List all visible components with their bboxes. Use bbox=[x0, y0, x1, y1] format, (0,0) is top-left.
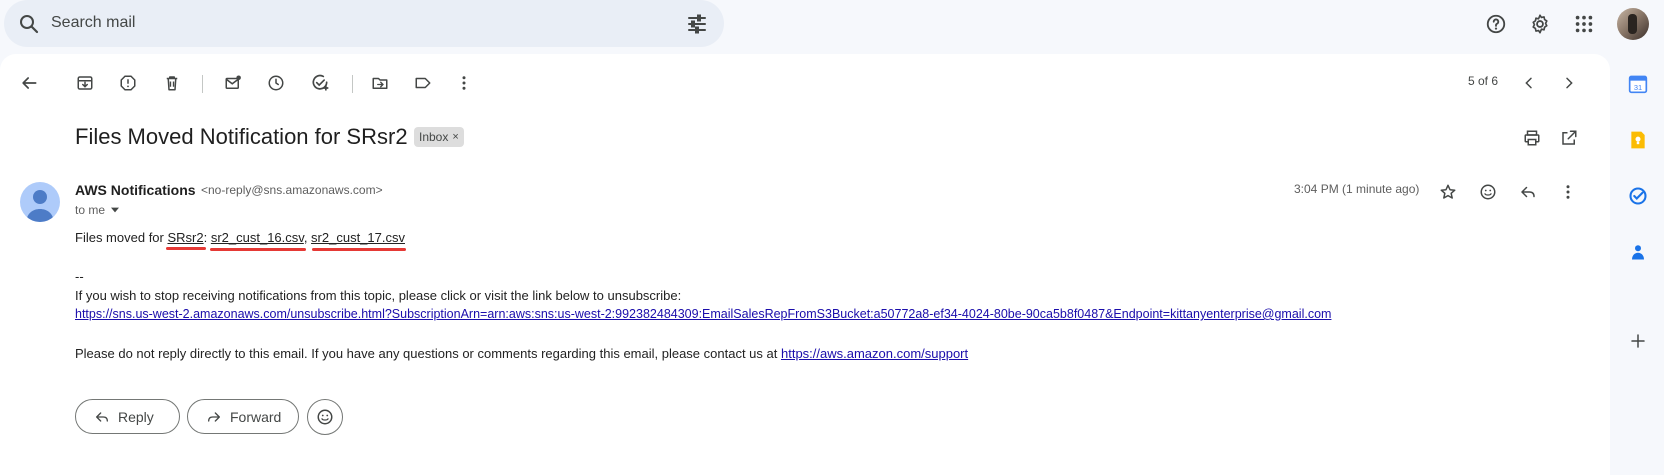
email-view: 5 of 6 Files Moved Notification for SRsr… bbox=[0, 54, 1610, 475]
search-options-icon[interactable] bbox=[685, 12, 709, 36]
move-to-icon[interactable] bbox=[364, 67, 396, 99]
settings-gear-icon[interactable] bbox=[1524, 8, 1556, 40]
account-avatar[interactable] bbox=[1617, 8, 1649, 40]
report-spam-icon[interactable] bbox=[112, 67, 144, 99]
toolbar-divider bbox=[352, 75, 353, 93]
help-icon[interactable] bbox=[1480, 8, 1512, 40]
calendar-icon[interactable]: 31 bbox=[1626, 72, 1650, 96]
print-icon[interactable] bbox=[1516, 122, 1548, 154]
emoji-reaction-button[interactable] bbox=[307, 399, 343, 435]
red-underline-annotation bbox=[166, 247, 206, 250]
older-chevron-right-icon[interactable] bbox=[1553, 67, 1585, 99]
more-vert-icon[interactable] bbox=[448, 67, 480, 99]
support-text: Please do not reply directly to this ema… bbox=[75, 346, 781, 361]
reply-icon[interactable] bbox=[1512, 176, 1544, 208]
labels-icon[interactable] bbox=[407, 67, 439, 99]
remove-label-close-icon[interactable]: × bbox=[452, 131, 458, 143]
red-underline-annotation bbox=[312, 248, 406, 251]
delete-icon[interactable] bbox=[156, 67, 188, 99]
label-chip-text: Inbox bbox=[419, 130, 449, 144]
back-arrow-icon[interactable] bbox=[13, 67, 45, 99]
search-icon[interactable] bbox=[17, 12, 41, 36]
email-subject: Files Moved Notification for SRsr2 bbox=[75, 124, 408, 149]
file-name: sr2_cust_17.csv bbox=[311, 230, 405, 245]
forward-arrow-icon bbox=[208, 411, 220, 422]
star-icon[interactable] bbox=[1432, 176, 1464, 208]
reply-button-label: Reply bbox=[118, 408, 154, 425]
keep-icon[interactable] bbox=[1626, 128, 1650, 152]
snooze-icon[interactable] bbox=[260, 67, 292, 99]
recipient-text: to me bbox=[75, 203, 106, 217]
file-name: sr2_cust_16.csv bbox=[210, 230, 304, 245]
pager-text: 5 of 6 bbox=[1468, 74, 1499, 88]
get-addons-plus-icon[interactable] bbox=[1626, 329, 1650, 353]
separator: : bbox=[203, 230, 211, 245]
open-new-window-icon[interactable] bbox=[1553, 122, 1585, 154]
separator: , bbox=[303, 230, 312, 245]
forward-button[interactable]: Forward bbox=[187, 399, 299, 434]
support-link[interactable]: https://aws.amazon.com/support bbox=[781, 346, 968, 361]
signature-separator: -- bbox=[75, 269, 84, 284]
files-moved-line: Files moved for SRsr2: sr2_cust_16.csv, … bbox=[75, 230, 405, 245]
label-chip-inbox: Inbox × bbox=[414, 127, 464, 147]
contacts-icon[interactable] bbox=[1626, 240, 1650, 264]
files-moved-prefix: Files moved for bbox=[75, 230, 168, 245]
tasks-icon[interactable] bbox=[1626, 184, 1650, 208]
sender-email: <no-reply@sns.amazonaws.com> bbox=[201, 183, 383, 197]
add-to-tasks-icon[interactable] bbox=[304, 67, 336, 99]
sender-name[interactable]: AWS Notifications bbox=[75, 182, 196, 198]
email-timestamp: 3:04 PM (1 minute ago) bbox=[1294, 182, 1420, 196]
search-bar[interactable]: Search mail bbox=[4, 0, 724, 47]
red-underline-annotation bbox=[210, 248, 306, 251]
top-bar: Search mail bbox=[0, 0, 1664, 50]
chevron-down-icon[interactable] bbox=[111, 207, 120, 213]
add-reaction-emoji-icon[interactable] bbox=[1472, 176, 1504, 208]
calendar-day-text: 31 bbox=[1634, 83, 1642, 92]
apps-grid-icon[interactable] bbox=[1568, 8, 1600, 40]
message-more-vert-icon[interactable] bbox=[1552, 176, 1584, 208]
recipient-details[interactable]: to me bbox=[75, 203, 120, 217]
smiley-icon bbox=[317, 409, 333, 425]
project-name: SRsr2 bbox=[167, 230, 204, 245]
toolbar-divider bbox=[202, 75, 203, 93]
reply-arrow-icon bbox=[96, 411, 108, 422]
unsubscribe-link[interactable]: https://sns.us-west-2.amazonaws.com/unsu… bbox=[75, 307, 1331, 321]
support-line: Please do not reply directly to this ema… bbox=[75, 346, 968, 361]
sender-avatar[interactable] bbox=[20, 182, 60, 222]
reply-button[interactable]: Reply bbox=[75, 399, 180, 434]
search-input[interactable]: Search mail bbox=[51, 14, 135, 32]
mark-unread-icon[interactable] bbox=[217, 67, 249, 99]
newer-chevron-left-icon[interactable] bbox=[1513, 67, 1545, 99]
unsubscribe-intro: If you wish to stop receiving notificati… bbox=[75, 288, 682, 303]
forward-button-label: Forward bbox=[230, 408, 282, 425]
archive-icon[interactable] bbox=[69, 67, 101, 99]
